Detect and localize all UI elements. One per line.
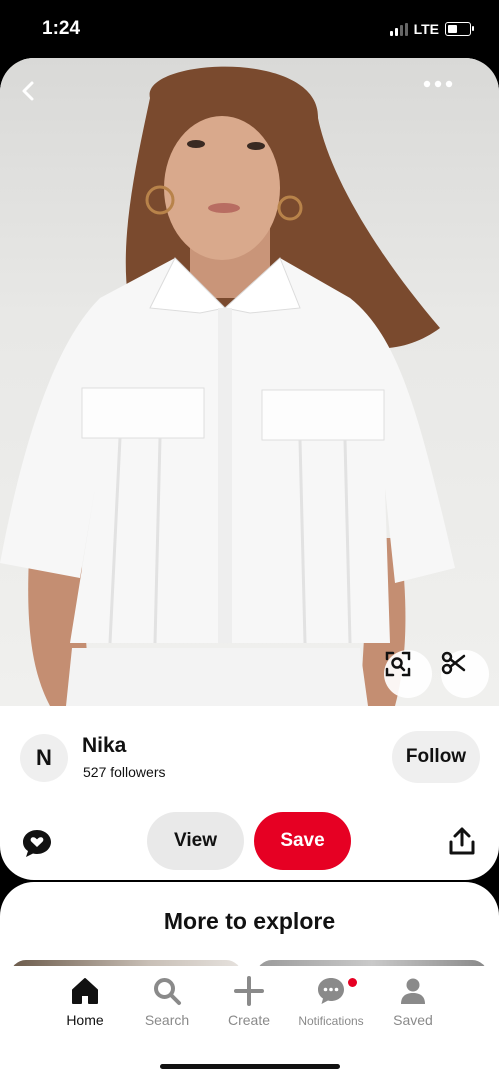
cutout-button[interactable]: [441, 650, 489, 698]
chat-bubble-icon: [318, 978, 344, 1004]
scissors-icon: [441, 651, 466, 675]
battery-icon: [445, 22, 474, 36]
nav-label: Create: [227, 1012, 271, 1028]
status-bar: 1:24 LTE: [0, 0, 499, 60]
status-indicators: LTE: [389, 21, 474, 37]
nav-home[interactable]: Home: [44, 976, 126, 1028]
network-label: LTE: [413, 21, 439, 37]
creator-row: N Nika 527 followers Follow: [0, 728, 499, 788]
speech-bubble-heart-icon: [23, 830, 51, 857]
nav-label: Home: [66, 1012, 104, 1028]
nav-saved[interactable]: Saved: [372, 976, 454, 1028]
back-button[interactable]: [18, 80, 54, 116]
pin-image[interactable]: [0, 58, 499, 706]
creator-name[interactable]: Nika: [82, 734, 126, 758]
plus-icon: [234, 976, 264, 1006]
search-icon: [154, 978, 181, 1005]
more-dots-icon: [423, 80, 453, 88]
home-indicator[interactable]: [160, 1064, 340, 1069]
follow-button[interactable]: Follow: [392, 731, 480, 783]
share-icon: [449, 827, 475, 855]
signal-icon: [389, 22, 408, 36]
more-options-button[interactable]: [423, 80, 483, 110]
action-row: View Save: [0, 812, 499, 872]
share-button[interactable]: [448, 826, 478, 860]
home-icon: [72, 978, 98, 1004]
follower-count: 527 followers: [83, 764, 166, 780]
nav-notifications[interactable]: Notifications: [290, 976, 372, 1028]
pin-card: N Nika 527 followers Follow View Save: [0, 58, 499, 880]
visual-search-button[interactable]: [384, 650, 432, 698]
nav-create[interactable]: Create: [208, 976, 290, 1028]
nav-label: Search: [144, 1012, 190, 1028]
status-time: 1:24: [42, 18, 81, 39]
bottom-navigation: Home Search Create Notifications Saved: [0, 966, 499, 1080]
comment-button[interactable]: [20, 826, 54, 860]
save-button[interactable]: Save: [254, 812, 351, 870]
avatar[interactable]: N: [20, 734, 68, 782]
nav-label: Notifications: [298, 1014, 364, 1028]
chevron-left-icon: [22, 81, 34, 101]
lens-search-icon: [385, 651, 411, 677]
view-button[interactable]: View: [147, 812, 244, 870]
notification-badge: [348, 978, 357, 987]
profile-icon: [401, 978, 425, 1004]
section-title: More to explore: [163, 908, 336, 934]
nav-search[interactable]: Search: [126, 976, 208, 1028]
pin-photo: [0, 66, 455, 706]
nav-label: Saved: [393, 1012, 433, 1028]
